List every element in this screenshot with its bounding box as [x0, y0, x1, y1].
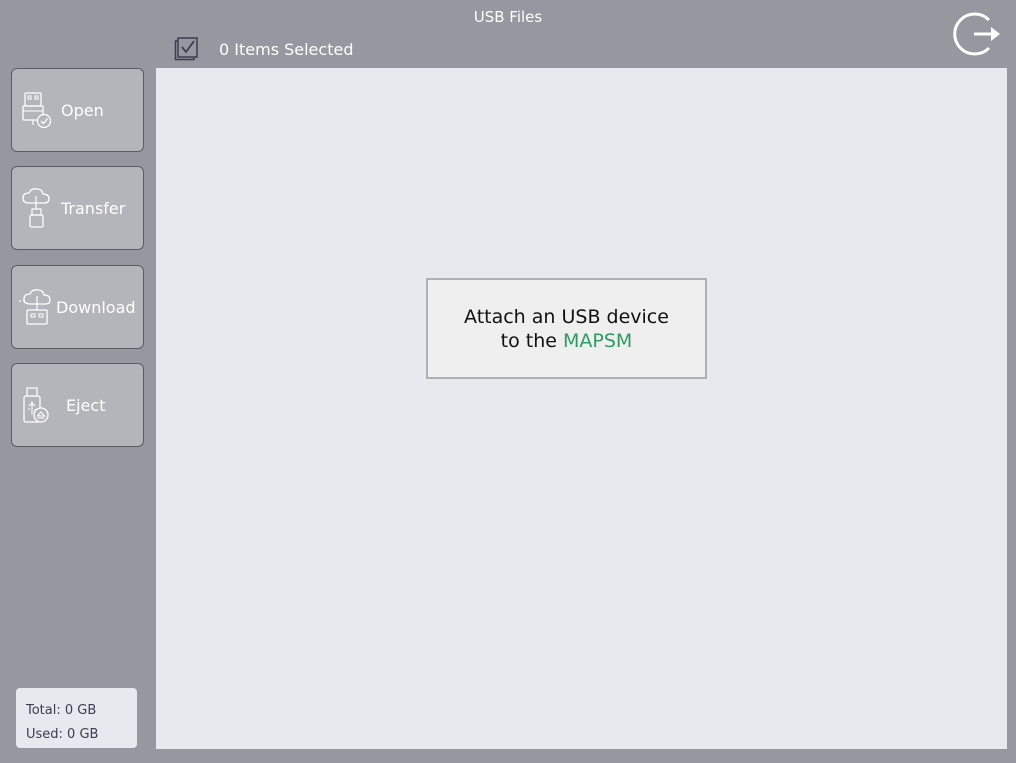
eject-button-label: Eject: [66, 395, 106, 415]
storage-info-panel: Total: 0 GB Used: 0 GB: [16, 688, 137, 748]
cloud-download-icon: [17, 286, 53, 328]
transfer-button[interactable]: Transfer: [11, 166, 144, 250]
storage-used: Used: 0 GB: [26, 727, 99, 742]
file-list-area[interactable]: Attach an USB device to the MAPSM: [156, 68, 1007, 749]
exit-icon: [953, 12, 1000, 56]
empty-state-line2: to the MAPSM: [501, 329, 633, 353]
download-button-label: Download: [56, 297, 136, 317]
eject-button[interactable]: Eject: [11, 363, 144, 447]
transfer-button-label: Transfer: [61, 198, 126, 218]
selected-count-label: 0 Items Selected: [219, 39, 354, 59]
exit-button[interactable]: [952, 11, 1002, 57]
empty-state-message: Attach an USB device to the MAPSM: [426, 278, 707, 379]
download-button[interactable]: Download: [11, 265, 144, 349]
usb-eject-icon: [20, 384, 56, 426]
select-all-checkbox-icon[interactable]: [173, 36, 199, 62]
empty-state-line1: Attach an USB device: [464, 305, 669, 328]
page-title: USB Files: [473, 8, 543, 26]
usb-open-icon: [20, 89, 56, 131]
cloud-transfer-icon: [20, 187, 56, 229]
open-button[interactable]: Open: [11, 68, 144, 152]
device-name: MAPSM: [563, 329, 633, 352]
storage-total: Total: 0 GB: [26, 703, 97, 718]
selection-bar: 0 Items Selected: [173, 36, 353, 62]
empty-state-line2-prefix: to the: [500, 329, 564, 352]
open-button-label: Open: [61, 100, 104, 120]
